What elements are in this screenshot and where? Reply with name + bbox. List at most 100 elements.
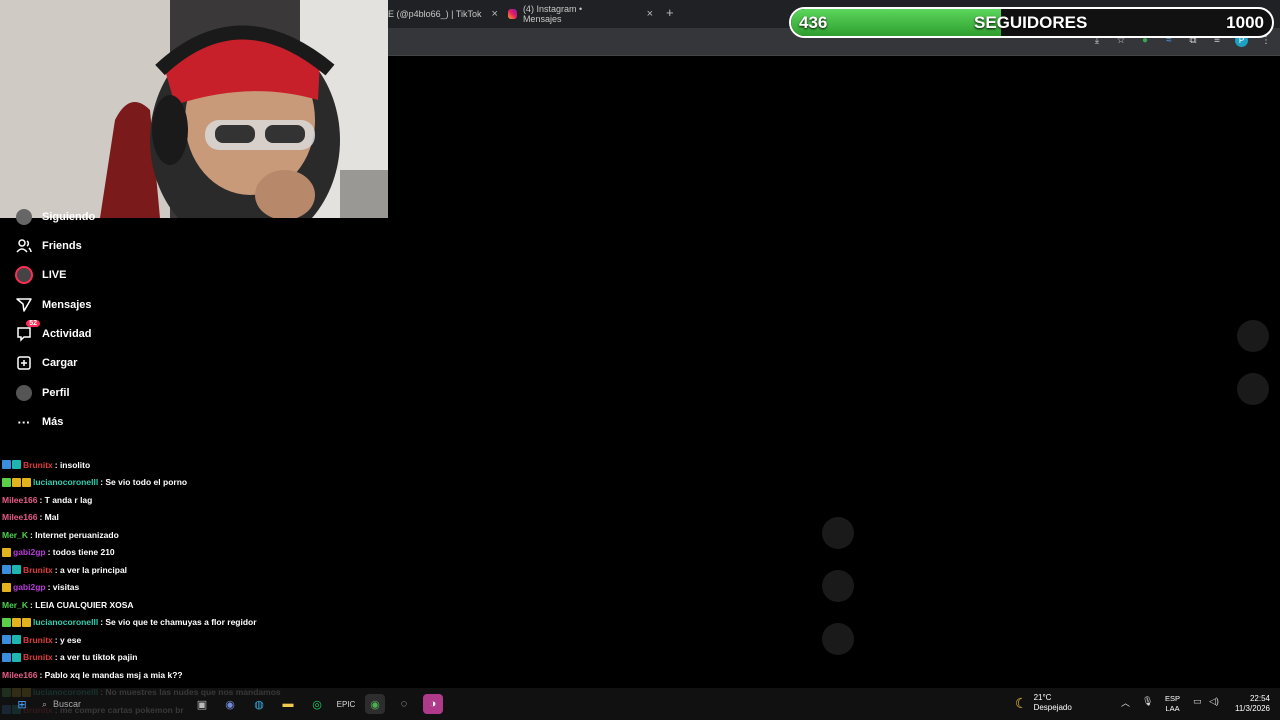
sidebar-item-upload[interactable]: Cargar [14, 352, 77, 374]
user-badges [2, 477, 31, 487]
weather-temp: 21°C [1033, 693, 1052, 702]
language-top: ESP [1165, 694, 1181, 703]
whatsapp-icon[interactable]: ◎ [307, 694, 327, 714]
obs-icon[interactable]: ◌ [394, 694, 414, 714]
following-avatar-icon [14, 207, 34, 227]
tab-tiktok-label: E (@p4blo66_) | TikTok [388, 9, 482, 19]
sidebar-item-label: Siguiendo [42, 211, 96, 223]
upload-icon [14, 353, 34, 373]
search-placeholder: Buscar [53, 699, 82, 709]
sidebar-item-label: Friends [42, 240, 82, 252]
search-icon: ⌕ [42, 698, 48, 709]
epic-games-icon[interactable]: EPIC [336, 694, 356, 714]
microphone-icon[interactable]: 🎙 [1142, 696, 1153, 707]
sidebar-item-more[interactable]: ··· Más [14, 411, 64, 433]
moon-icon: ☾ [1015, 694, 1028, 711]
chrome-icon[interactable]: ◉ [365, 694, 385, 714]
chat-text: : Se vio que te chamuyas a flor regidor [100, 617, 257, 627]
sidebar-item-messages[interactable]: Mensajes [14, 294, 92, 316]
search-box[interactable]: ⌕ Buscar [42, 694, 172, 714]
language-bottom: LAA [1165, 704, 1180, 713]
chat-text: : Mal [39, 512, 59, 522]
sidebar-item-live[interactable]: LIVE [14, 264, 66, 286]
weather-widget[interactable]: ☾ 21°C Despejado [1015, 693, 1072, 713]
badge-icon [2, 460, 11, 469]
task-view-icon[interactable]: ▣ [192, 694, 212, 714]
chat-text: : a ver tu tiktok pajin [54, 652, 138, 662]
badge-icon [22, 477, 31, 487]
instagram-icon [508, 9, 517, 19]
sidebar-item-profile[interactable]: Perfil [14, 382, 70, 404]
chat-username: gabi2gp [13, 547, 46, 557]
webcam-overlay [0, 0, 388, 218]
chat-username: gabi2gp [13, 582, 46, 592]
chat-message: Brunitx: insolito [2, 458, 90, 471]
tab-tiktok-close-icon[interactable]: × [492, 8, 498, 20]
sidebar-item-label: Más [42, 416, 64, 428]
player-control-button[interactable] [1237, 320, 1269, 352]
chat-username: Brunitx [23, 634, 53, 645]
discord-icon[interactable]: ◉ [220, 694, 240, 714]
badge-icon [12, 477, 21, 487]
sidebar-item-friends[interactable]: Friends [14, 235, 82, 257]
sidebar-item-activity[interactable]: 52 Actividad [14, 320, 92, 345]
badge-icon [12, 617, 21, 627]
chat-username: Mer_K [2, 529, 28, 540]
user-badges [2, 635, 21, 644]
sidebar-item-label: Perfil [42, 387, 70, 399]
badge-icon [2, 635, 11, 644]
sidebar-item-label: LIVE [42, 269, 67, 281]
badge-icon [2, 547, 11, 557]
chat-text: : visitas [47, 582, 80, 592]
tab-tiktok[interactable]: E (@p4blo66_) | TikTok × [388, 4, 498, 24]
chat-message: lucianocoronelll: Se vio todo el porno [2, 476, 187, 489]
new-tab-button[interactable]: + [666, 5, 674, 20]
tray-chevron-up-icon[interactable]: ︿ [1121, 696, 1130, 709]
badge-icon [2, 565, 11, 574]
chat-text: : a ver la principal [54, 564, 128, 575]
badge-icon [2, 582, 11, 592]
badge-icon [12, 652, 21, 662]
chat-username: Milee166 [2, 669, 38, 680]
chat-text: : Se vio todo el porno [100, 477, 188, 487]
tab-instagram-label: (4) Instagram • Mensajes [522, 4, 583, 24]
badge-icon [2, 652, 11, 662]
file-explorer-icon[interactable]: ▬ [278, 694, 298, 714]
chat-username: Milee166 [2, 494, 38, 505]
follower-goal-bar: 436 SEGUIDORES 1000 [789, 7, 1274, 38]
streaming-app-icon[interactable]: ◑ [423, 694, 443, 714]
chat-username: lucianocoronelll [33, 617, 99, 627]
badge-icon [12, 635, 21, 644]
action-button[interactable] [822, 517, 854, 549]
clock-time: 22:54 [1249, 694, 1270, 703]
more-icon: ··· [17, 414, 31, 430]
start-icon[interactable]: ⊞ [12, 694, 32, 714]
network-icon[interactable]: ▭ [1193, 696, 1202, 707]
tab-instagram-close-icon[interactable]: × [647, 8, 653, 20]
chat-message: Brunitx: a ver la principal [2, 563, 127, 576]
chat-text: : LEIA CUALQUIER XOSA [29, 599, 134, 610]
chat-message: Mer_K: LEIA CUALQUIER XOSA [2, 598, 134, 611]
sidebar-item-following[interactable]: Siguiendo [14, 206, 95, 228]
language-indicator[interactable]: ESP LAA [1165, 694, 1180, 714]
sidebar-item-label: Actividad [42, 328, 92, 340]
tab-instagram[interactable]: (4) Instagram • Mensajes × [508, 4, 653, 24]
player-control-button[interactable] [1237, 373, 1269, 405]
chat-text: : T anda r lag [39, 494, 93, 505]
activity-badge: 52 [26, 320, 40, 327]
chat-message: lucianocoronelll: Se vio que te chamuyas… [2, 616, 257, 629]
system-clock[interactable]: 22:54 11/3/2026 [1226, 694, 1270, 714]
volume-icon[interactable]: ◁) [1209, 696, 1219, 707]
badge-icon [22, 617, 31, 627]
profile-avatar-icon [14, 383, 34, 403]
action-button[interactable] [822, 623, 854, 655]
chat-message: Mer_K: Internet peruanizado [2, 528, 119, 541]
chat-username: Milee166 [2, 512, 38, 522]
goal-target-count: 1000 [1226, 13, 1264, 32]
action-button[interactable] [822, 570, 854, 602]
sidebar-item-label: Mensajes [42, 299, 92, 311]
edge-icon[interactable]: ◍ [249, 694, 269, 714]
live-icon [14, 265, 34, 285]
badge-icon [12, 460, 21, 469]
chat-message: Milee166: Mal [2, 511, 59, 524]
